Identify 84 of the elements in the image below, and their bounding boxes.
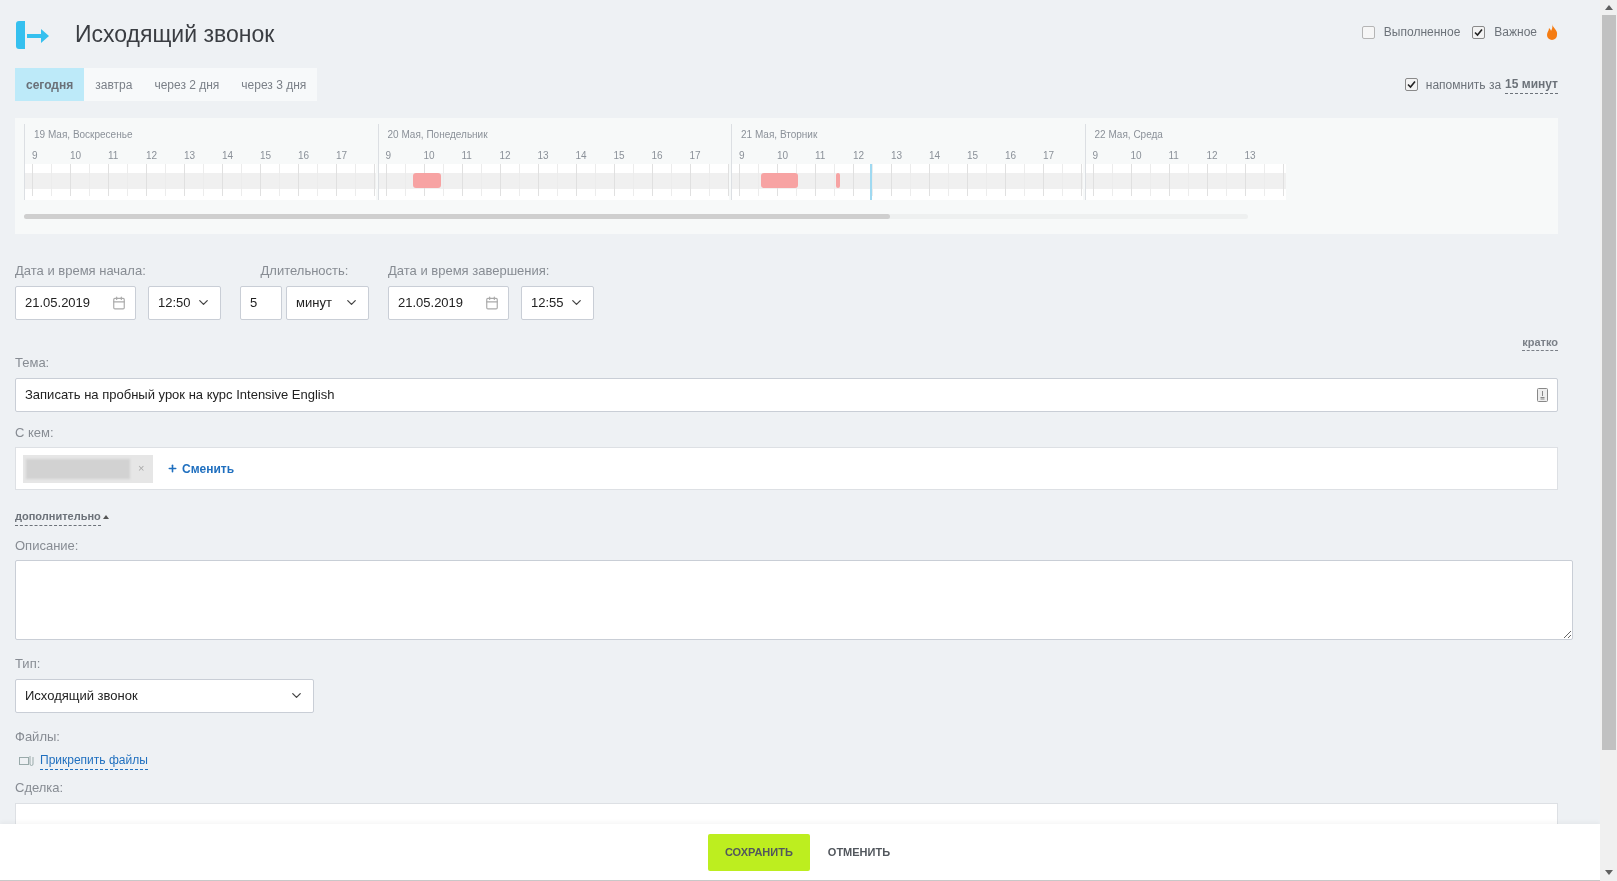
day-label: 20 Мая, Понедельник [386,128,489,142]
checkbox[interactable] [1361,25,1375,39]
hour-label: 14 [575,149,588,163]
duration-field[interactable]: 5 [240,285,282,320]
subject-field[interactable]: Записать на пробный урок на курс Intensive English [15,377,1558,412]
hour-label: 9 [739,149,746,163]
checkbox-label: Важное [1494,24,1537,41]
field-label: Дата и время завершения: [388,262,551,280]
field-label: Описание: [15,536,80,555]
hour-label: 10 [777,149,790,163]
hour-label: 16 [1005,149,1018,163]
day-tab[interactable]: через 3 дня [230,68,318,101]
day-tab[interactable]: через 2 дня [143,68,231,101]
template-icon[interactable] [1537,387,1548,402]
start-time-select[interactable]: 12:50 [148,285,221,320]
calendar-icon[interactable] [485,295,499,310]
flame-icon [1546,24,1558,40]
more-toggle[interactable]: дополнительно [15,508,109,526]
hour-label: 9 [32,149,39,163]
busy-slot [412,173,441,188]
save-button[interactable]: СОХРАНИТЬ [707,833,810,871]
hour-label: 15 [260,149,273,163]
field-label: Тема: [15,354,51,372]
hour-label: 13 [1244,149,1257,163]
hour-label: 13 [184,149,197,163]
busy-slot [835,173,840,188]
day-tab[interactable]: сегодня [15,68,85,101]
end-date-field[interactable]: 21.05.2019 [388,285,509,320]
field-label: Дата и время начала: [15,262,147,280]
field-label: Тип: [15,655,42,673]
hour-label: 13 [891,149,904,163]
day-tab[interactable]: завтра [84,68,144,101]
start-date-field[interactable]: 21.05.2019 [15,285,136,320]
reminder-label: напомнить за [1425,76,1502,94]
field-label: Файлы: [15,727,61,746]
hour-label: 9 [385,149,393,163]
field-label: Длительность: [259,262,350,280]
hour-label: 10 [423,149,436,163]
hour-label: 17 [689,149,702,163]
field-label: С кем: [15,423,55,442]
calendar-icon[interactable] [112,295,126,310]
hour-label: 17 [1043,149,1056,163]
brief-link[interactable]: кратко [1522,333,1558,351]
hour-label: 13 [537,149,550,163]
hour-label: 12 [146,149,159,163]
hour-label: 11 [108,149,120,163]
page-scrollbar[interactable] [1600,0,1617,881]
current-time-line [869,164,872,200]
day-label: 19 Мая, Воскресенье [33,128,134,142]
hour-label: 14 [929,149,942,163]
checkbox-label: Выполненное [1383,24,1461,41]
busy-slot [760,173,799,188]
hour-label: 11 [461,149,473,163]
hour-label: 16 [651,149,664,163]
day-label: 21 Мая, Вторник [740,128,819,142]
page-title: Исходящий звонок [75,20,275,49]
plus-icon [167,463,178,474]
hour-label: 16 [298,149,311,163]
hour-label: 17 [336,149,349,163]
hour-label: 9 [1092,149,1100,163]
timeline-scrollbar[interactable] [24,214,1248,219]
attach-icon [19,755,34,766]
hour-label: 12 [499,149,512,163]
hour-label: 14 [222,149,235,163]
day-label: 22 Мая, Среда [1093,128,1164,142]
hour-label: 11 [815,149,827,163]
hour-label: 11 [1168,149,1180,163]
type-select[interactable]: Исходящий звонок [15,678,314,713]
hour-label: 15 [613,149,626,163]
hour-label: 10 [1130,149,1143,163]
cancel-button[interactable]: ОТМЕНИТЬ [825,833,893,871]
checkbox[interactable] [1472,25,1486,39]
attach-files-link[interactable]: Прикрепить файлы [40,751,148,770]
change-contact-link[interactable]: Сменить [167,459,235,478]
hour-label: 12 [853,149,866,163]
reminder-checkbox[interactable] [1404,78,1418,91]
hour-label: 10 [70,149,83,163]
end-time-select[interactable]: 12:55 [521,285,594,320]
hour-label: 12 [1206,149,1219,163]
reminder-time-link[interactable]: 15 минут [1505,75,1558,94]
duration-unit-select[interactable]: минут [286,285,369,320]
hour-label: 15 [967,149,980,163]
description-field[interactable] [15,560,1573,640]
field-label: Сделка: [15,779,65,797]
